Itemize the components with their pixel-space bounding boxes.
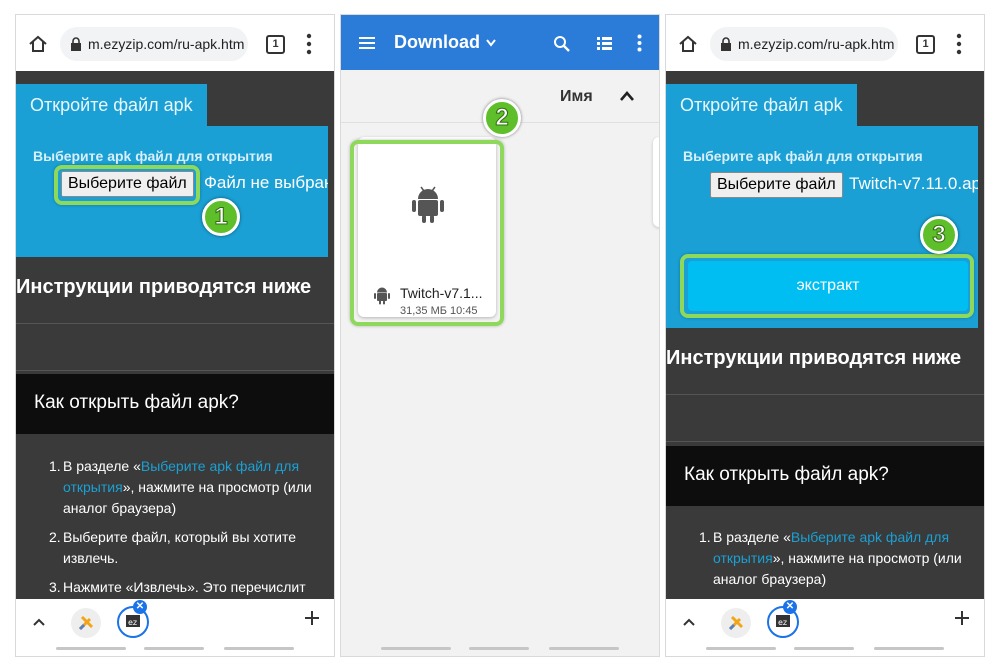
gesture-bar — [549, 647, 619, 650]
page-top-strip — [16, 71, 334, 84]
instructions-heading: Инструкции приводятся ниже — [666, 347, 962, 369]
chevron-up-icon[interactable] — [619, 90, 635, 102]
step-text: Выберите файл, который вы хотите извлечь… — [63, 529, 297, 566]
instructions-list: 1. В разделе «Выберите apk файл для откр… — [16, 456, 334, 606]
instructions-list: 1. В разделе «Выберите apk файл для откр… — [666, 527, 984, 598]
divider — [666, 441, 984, 442]
page-top-strip — [666, 71, 984, 84]
menu-dots-icon[interactable] — [956, 33, 962, 55]
list-item: 1. В разделе «Выберите apk файл для откр… — [666, 527, 984, 590]
highlight-frame-3 — [680, 254, 974, 318]
close-icon[interactable]: ✕ — [133, 600, 147, 614]
gesture-bar — [381, 647, 451, 650]
divider — [16, 323, 334, 324]
step-badge-1: 1 — [202, 198, 240, 236]
section-tab: Откройте файл apk — [666, 84, 857, 126]
section-tab: Откройте файл apk — [16, 84, 207, 126]
gesture-bar — [706, 647, 776, 650]
list-view-icon[interactable] — [597, 37, 612, 50]
tools-icon[interactable] — [71, 608, 101, 638]
home-icon[interactable] — [28, 34, 48, 54]
chevron-up-icon[interactable] — [682, 615, 696, 629]
step-badge-2: 2 — [483, 99, 521, 137]
tab-strip-bar: ez ✕ — [16, 599, 334, 656]
divider — [666, 394, 984, 395]
hamburger-icon[interactable] — [359, 36, 375, 50]
browser-panel-step1: m.ezyzip.com/ru-apk.htm 1 Откройте файл … — [15, 14, 335, 657]
step-number: 3. — [49, 579, 61, 595]
gesture-bar — [794, 647, 854, 650]
divider — [16, 370, 334, 371]
next-card-edge — [653, 137, 659, 227]
menu-dots-icon[interactable] — [637, 34, 642, 52]
plus-icon[interactable] — [304, 610, 320, 626]
instructions-heading: Инструкции приводятся ниже — [16, 276, 312, 298]
selected-file-name: Twitch-v7.11.0.apk — [849, 174, 985, 193]
gesture-bar — [469, 647, 529, 650]
file-status: Файл не выбран — [204, 173, 334, 192]
howto-heading: Как открыть файл apk? — [684, 464, 889, 485]
sort-label[interactable]: Имя — [560, 88, 593, 106]
plus-icon[interactable] — [954, 610, 970, 626]
choose-label: Выберите apk файл для открытия — [683, 148, 923, 164]
file-manager-panel: Download Имя Twitch-v7.1... 31,35 МБ 10:… — [340, 14, 660, 657]
step-text: В разделе « — [63, 458, 141, 474]
tab-strip-bar: ez ✕ — [666, 599, 984, 656]
highlight-frame-2 — [350, 140, 504, 326]
search-icon[interactable] — [553, 35, 570, 52]
list-item: 3. Нажмите «Извлечь». Это перечислит — [16, 577, 334, 598]
step-number: 1. — [49, 458, 61, 474]
browser-toolbar: m.ezyzip.com/ru-apk.htm 1 — [16, 15, 334, 71]
svg-text:ez: ez — [128, 618, 137, 627]
choose-file-button[interactable]: Выберите файл — [710, 172, 843, 198]
lock-icon — [71, 37, 81, 51]
svg-text:ez: ez — [778, 618, 787, 627]
folder-title[interactable]: Download — [394, 32, 480, 53]
block-edge — [978, 126, 984, 328]
tab-switcher-button[interactable]: 1 — [266, 35, 285, 54]
browser-toolbar: m.ezyzip.com/ru-apk.htm 1 — [666, 15, 984, 71]
step-number: 2. — [49, 529, 61, 545]
block-edge — [328, 126, 334, 257]
list-item: 1. В разделе «Выберите apk файл для откр… — [16, 456, 334, 519]
tab-switcher-button[interactable]: 1 — [916, 35, 935, 54]
url-text: m.ezyzip.com/ru-apk.htm — [88, 36, 245, 52]
gesture-bar — [56, 647, 126, 650]
home-icon[interactable] — [678, 34, 698, 54]
tools-icon[interactable] — [721, 608, 751, 638]
gesture-bar — [224, 647, 294, 650]
nav-bar — [341, 630, 659, 656]
gesture-bar — [144, 647, 204, 650]
address-bar[interactable]: m.ezyzip.com/ru-apk.htm — [60, 27, 248, 61]
lock-icon — [721, 37, 731, 51]
browser-panel-step3: m.ezyzip.com/ru-apk.htm 1 Откройте файл … — [665, 14, 985, 657]
howto-box: Как открыть файл apk? — [16, 374, 334, 434]
step-text: Нажмите «Извлечь». Это перечислит — [63, 579, 306, 595]
menu-dots-icon[interactable] — [306, 33, 312, 55]
step-number: 1. — [699, 529, 711, 545]
address-bar[interactable]: m.ezyzip.com/ru-apk.htm — [710, 27, 898, 61]
choose-label: Выберите apk файл для открытия — [33, 148, 273, 164]
gesture-bar — [874, 647, 944, 650]
close-icon[interactable]: ✕ — [783, 600, 797, 614]
howto-heading: Как открыть файл apk? — [34, 392, 239, 413]
highlight-frame-1 — [54, 165, 200, 205]
howto-box: Как открыть файл apk? — [666, 446, 984, 506]
step-badge-3: 3 — [920, 216, 958, 254]
chevron-down-icon[interactable] — [486, 39, 496, 47]
url-text: m.ezyzip.com/ru-apk.htm — [738, 36, 895, 52]
chevron-up-icon[interactable] — [32, 615, 46, 629]
list-item: 2. Выберите файл, который вы хотите извл… — [16, 527, 334, 569]
app-bar: Download — [341, 15, 659, 70]
step-text: В разделе « — [713, 529, 791, 545]
